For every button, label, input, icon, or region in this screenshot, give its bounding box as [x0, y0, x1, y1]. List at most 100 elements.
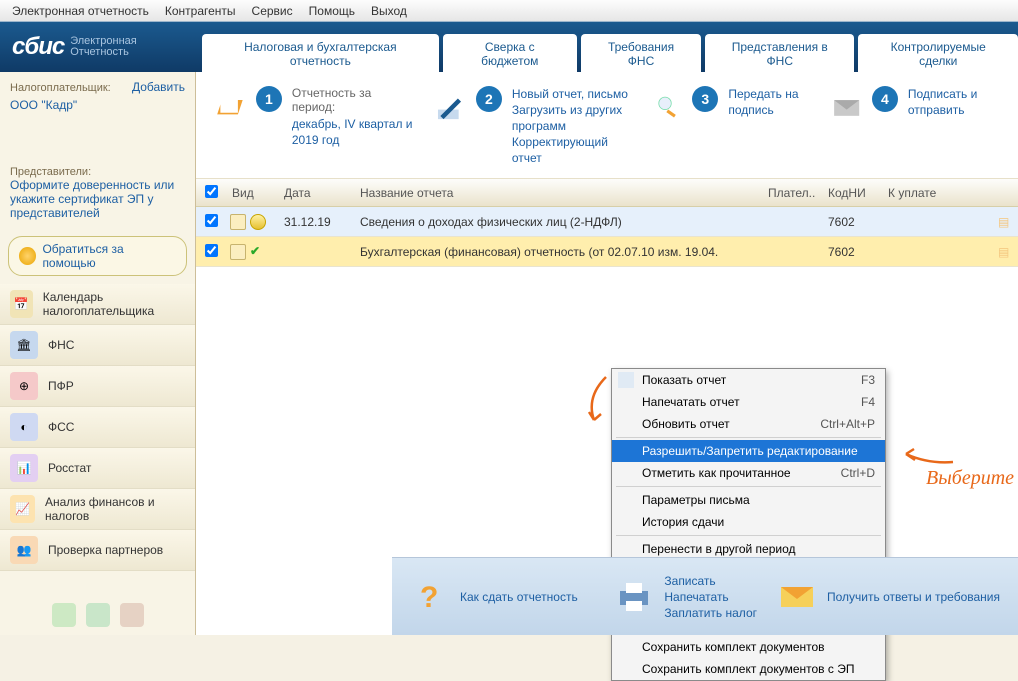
row-checkbox[interactable] [205, 244, 218, 257]
badge-3-icon [120, 603, 144, 627]
fss-icon: ◐ [10, 413, 38, 441]
col-date[interactable]: Дата [284, 186, 354, 200]
footer-save-link[interactable]: Записать [664, 573, 757, 589]
step-4-badge: 4 [872, 86, 898, 112]
row-kod: 7602 [828, 245, 888, 259]
step-3-badge: 3 [692, 86, 718, 112]
step-2-badge: 2 [476, 86, 502, 112]
doc-icon [230, 214, 246, 230]
header: сбис ЭлектроннаяОтчетность Налоговая и б… [0, 22, 1018, 72]
row-checkbox[interactable] [205, 214, 218, 227]
content: 1 Отчетность за период: декабрь, IV квар… [196, 72, 1018, 635]
representatives-link[interactable]: Оформите доверенность или укажите сертиф… [10, 178, 174, 220]
logo: сбис ЭлектроннаяОтчетность [0, 33, 196, 61]
row-kod: 7602 [828, 215, 888, 229]
pfr-icon: ⊕ [10, 372, 38, 400]
taxpayer-label: Налогоплательщик: [10, 82, 111, 94]
partners-icon: 👥 [10, 536, 38, 564]
steps-row: 1 Отчетность за период: декабрь, IV квар… [196, 72, 1018, 179]
mail-icon [777, 577, 817, 617]
sidebar-item-partners[interactable]: 👥Проверка партнеров [0, 530, 195, 571]
table-row[interactable]: ✔ Бухгалтерская (финансовая) отчетность … [196, 237, 1018, 267]
menu-item[interactable]: Отметить как прочитанноеCtrl+D [612, 462, 885, 484]
step-1: 1 Отчетность за период: декабрь, IV квар… [214, 86, 416, 166]
row-action-icon[interactable]: ▤ [998, 245, 1009, 259]
tab-fns-submissions[interactable]: Представления в ФНС [705, 34, 854, 72]
representatives-label: Представители: [10, 166, 91, 178]
pen-icon [434, 86, 466, 130]
sidebar-badges [0, 595, 195, 635]
col-payer[interactable]: Плател.. [768, 186, 828, 200]
sidebar-item-calendar[interactable]: 📅Календарь налогоплательщика [0, 284, 195, 325]
menu-item[interactable]: Обновить отчетCtrl+Alt+P [612, 413, 885, 435]
sidebar-item-fns[interactable]: 🏛ФНС [0, 325, 195, 366]
menu-item[interactable]: Показать отчетF3 [612, 369, 885, 391]
menu-item[interactable]: Напечатать отчетF4 [612, 391, 885, 413]
tab-fns-requirements[interactable]: Требования ФНС [581, 34, 701, 72]
menu-item[interactable]: Сохранить комплект документов с ЭП [612, 658, 885, 680]
menu-service[interactable]: Сервис [246, 2, 299, 20]
sidebar-item-pfr[interactable]: ⊕ПФР [0, 366, 195, 407]
col-name[interactable]: Название отчета [354, 186, 768, 200]
row-action-icon[interactable]: ▤ [998, 215, 1009, 229]
question-icon: ? [410, 577, 450, 617]
step-2-link-load[interactable]: Загрузить из других программ [512, 102, 633, 134]
main-tabs: Налоговая и бухгалтерская отчетность Све… [196, 22, 1018, 72]
row-name: Сведения о доходах физических лиц (2-НДФ… [354, 215, 768, 229]
step-2-link-new[interactable]: Новый отчет, письмо [512, 86, 633, 102]
menu-icon [618, 372, 634, 388]
menu-help[interactable]: Помощь [303, 2, 361, 20]
footer-paytax-link[interactable]: Заплатить налог [664, 605, 757, 621]
footer-right[interactable]: Получить ответы и требования [777, 577, 1000, 617]
step-2: 2 Новый отчет, письмо Загрузить из други… [434, 86, 633, 166]
col-kodni[interactable]: КодНИ [828, 186, 888, 200]
annotation-arrow-icon [576, 372, 616, 432]
step-3-link[interactable]: Передать на подпись [728, 86, 812, 118]
step-4: 4 Подписать и отправить [831, 86, 1000, 166]
menu-item[interactable]: Разрешить/Запретить редактирование [612, 440, 885, 462]
footer-bar: ? Как сдать отчетность Записать Напечата… [392, 557, 1018, 635]
col-vid[interactable]: Вид [226, 186, 284, 200]
doc-icon [230, 244, 246, 260]
step-2-link-correct[interactable]: Корректирующий отчет [512, 134, 633, 166]
sidebar-item-rosstat[interactable]: 📊Росстат [0, 448, 195, 489]
tab-tax-reporting[interactable]: Налоговая и бухгалтерская отчетность [202, 34, 439, 72]
step-3: 3 Передать на подпись [651, 86, 812, 166]
step-1-title: Отчетность за период: [292, 86, 416, 114]
menu-reporting[interactable]: Электронная отчетность [6, 2, 155, 20]
menu-contragents[interactable]: Контрагенты [159, 2, 242, 20]
sidebar-item-fss[interactable]: ◐ФСС [0, 407, 195, 448]
rosstat-icon: 📊 [10, 454, 38, 482]
menu-item[interactable]: Сохранить комплект документов [612, 636, 885, 658]
sidebar-item-analysis[interactable]: 📈Анализ финансов и налогов [0, 489, 195, 530]
help-button[interactable]: Обратиться за помощью [8, 236, 187, 276]
company-link[interactable]: ООО "Кадр" [10, 98, 77, 112]
add-taxpayer-link[interactable]: Добавить [132, 80, 185, 94]
footer-actions: Записать Напечатать Заплатить налог [614, 573, 757, 621]
sidebar: Налогоплательщик: Добавить ООО "Кадр" Пр… [0, 72, 196, 635]
analysis-icon: 📈 [10, 495, 35, 523]
menu-item[interactable]: История сдачи [612, 511, 885, 533]
folder-icon [214, 86, 246, 130]
menubar: Электронная отчетность Контрагенты Серви… [0, 0, 1018, 22]
col-due[interactable]: К уплате [888, 186, 998, 200]
step-1-link[interactable]: декабрь, IV квартал и 2019 год [292, 116, 416, 148]
calendar-icon: 📅 [10, 290, 33, 318]
fns-icon: 🏛 [10, 331, 38, 359]
step-4-link[interactable]: Подписать и отправить [908, 86, 1000, 118]
envelope-icon [831, 86, 862, 130]
tab-budget-sync[interactable]: Сверка с бюджетом [443, 34, 577, 72]
table-header: Вид Дата Название отчета Плател.. КодНИ … [196, 179, 1018, 207]
menu-exit[interactable]: Выход [365, 2, 413, 20]
tab-controlled-deals[interactable]: Контролируемые сделки [858, 34, 1018, 72]
footer-print-link[interactable]: Напечатать [664, 589, 757, 605]
step-1-badge: 1 [256, 86, 282, 112]
menu-item[interactable]: Параметры письма [612, 489, 885, 511]
row-date: 31.12.19 [284, 215, 354, 229]
disk-icon [250, 214, 266, 230]
table-row[interactable]: 31.12.19 Сведения о доходах физических л… [196, 207, 1018, 237]
logo-sub: ЭлектроннаяОтчетность [70, 36, 137, 58]
footer-help[interactable]: ? Как сдать отчетность [410, 577, 578, 617]
select-all-checkbox[interactable] [205, 185, 218, 198]
logo-brand: сбис [12, 33, 64, 61]
